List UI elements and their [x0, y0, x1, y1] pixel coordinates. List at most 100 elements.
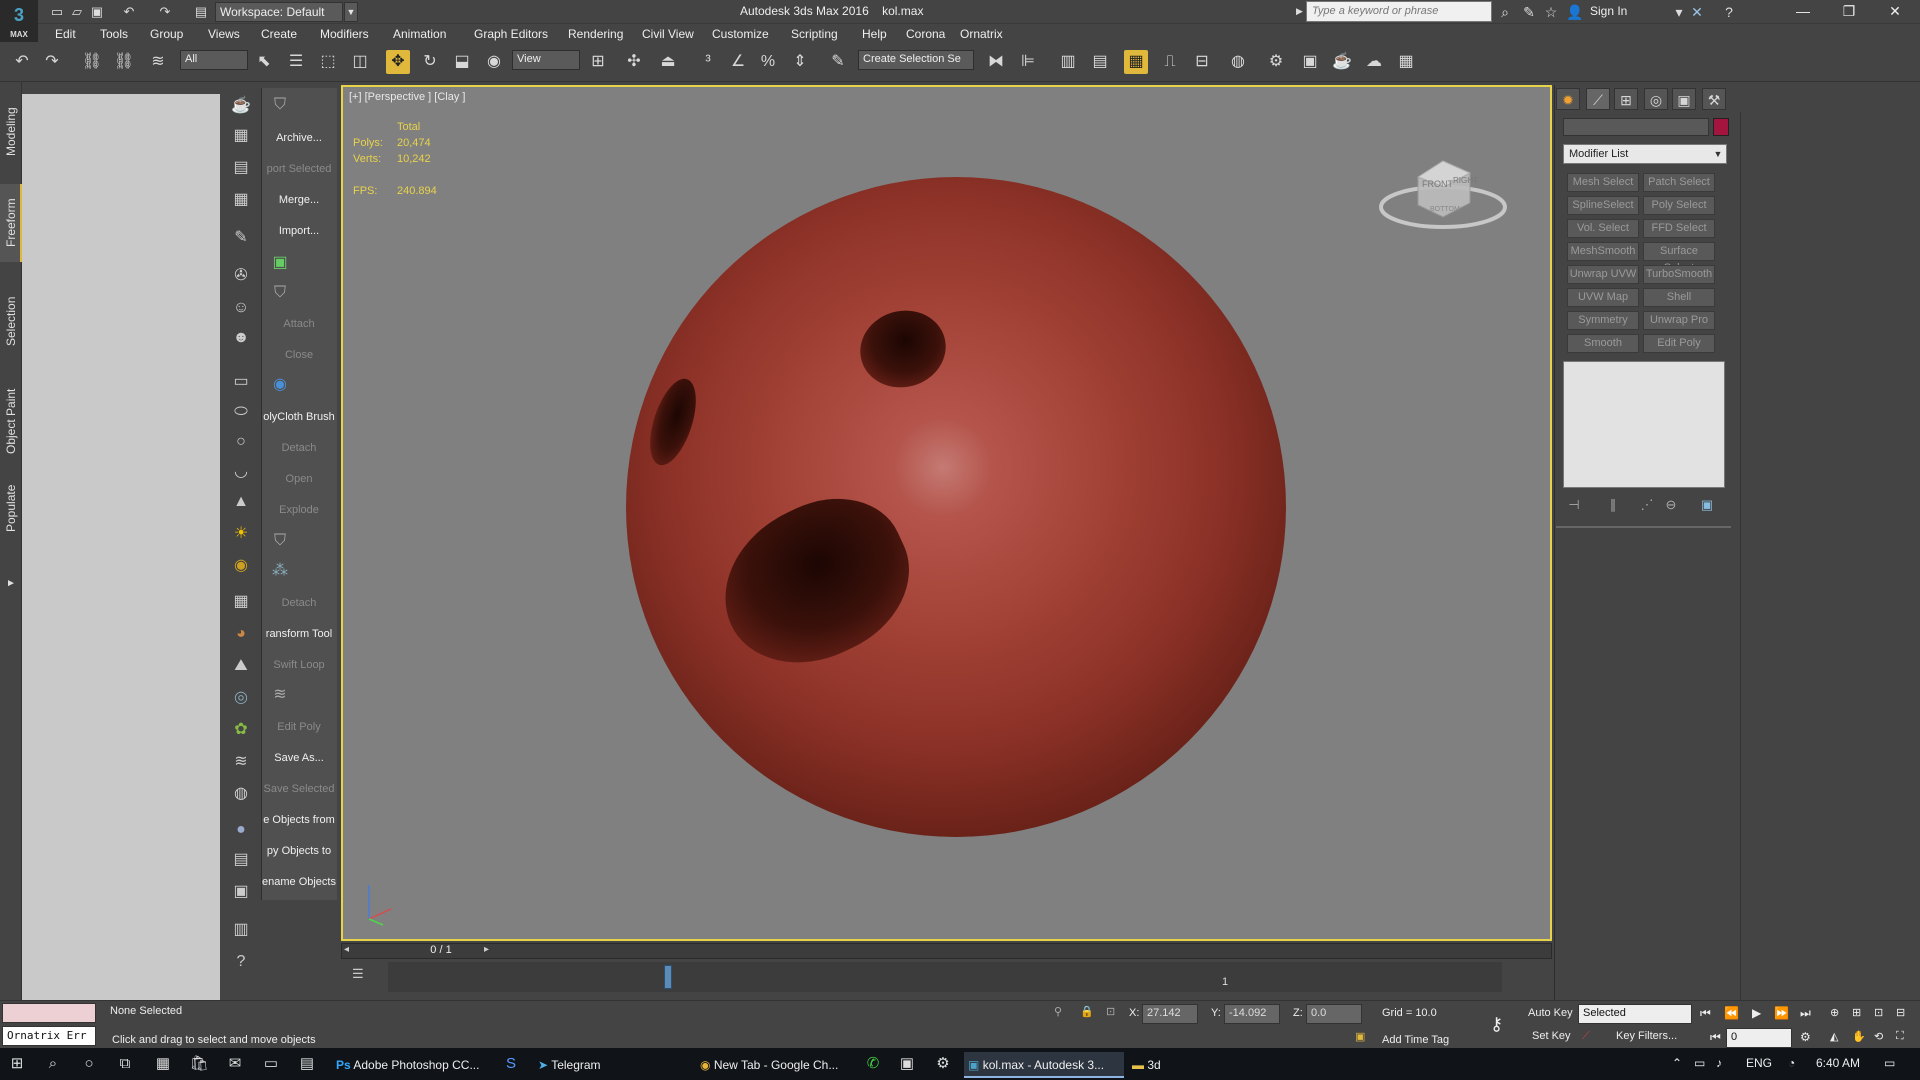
menu-create[interactable]: Create — [261, 27, 297, 41]
ffd-select-button[interactable]: FFD Select — [1643, 219, 1715, 238]
transform-tool-button[interactable]: ransform Tool — [262, 628, 336, 640]
smooth-button[interactable]: Smooth — [1567, 334, 1639, 353]
rectangular-selection-icon[interactable]: ⬚ — [316, 50, 340, 74]
sphere-texture-icon[interactable]: ◍ — [228, 782, 254, 806]
binoculars-icon[interactable]: ⌕ — [1496, 3, 1514, 21]
volume-icon[interactable]: ♪ — [1716, 1056, 1722, 1070]
bowl-icon[interactable]: ◡ — [228, 460, 254, 484]
desktop-icon[interactable]: ▭ — [258, 1052, 284, 1076]
redo-icon[interactable]: ↷ — [40, 50, 64, 74]
communication-center-icon[interactable]: ✎ — [1520, 3, 1538, 21]
a360-gallery-icon[interactable]: ▦ — [1394, 50, 1418, 74]
motion-tab-icon[interactable]: ◎ — [1644, 88, 1668, 110]
detach-second-button[interactable]: Detach — [262, 597, 336, 609]
workspace-dropdown[interactable]: Workspace: Default — [215, 2, 343, 22]
swift-loop-button[interactable]: Swift Loop — [262, 659, 336, 671]
help-circle-icon[interactable]: ? — [228, 950, 254, 974]
object-color-swatch[interactable] — [1713, 118, 1729, 136]
current-frame-field[interactable]: 0 — [1726, 1028, 1792, 1048]
menu-rendering[interactable]: Rendering — [568, 27, 623, 41]
hierarchy-tab-icon[interactable]: ⊞ — [1614, 88, 1638, 110]
modifier-stack[interactable] — [1563, 361, 1725, 488]
menu-help[interactable]: Help — [862, 27, 887, 41]
store-icon[interactable]: 🛍 — [186, 1052, 212, 1076]
z-coordinate-field[interactable]: 0.0 — [1306, 1004, 1362, 1024]
whatsapp-icon[interactable]: ✆ — [860, 1052, 886, 1076]
skype-icon[interactable]: S — [498, 1052, 524, 1076]
go-to-end-icon[interactable]: ⏭ — [1800, 1006, 1811, 1021]
time-slider[interactable] — [341, 943, 1552, 959]
undo-icon[interactable]: ↶ — [10, 50, 34, 74]
current-frame-marker[interactable] — [664, 965, 672, 989]
menu-scripting[interactable]: Scripting — [791, 27, 838, 41]
create-tab-icon[interactable]: ✹ — [1556, 88, 1580, 110]
project-folder-icon[interactable]: ▤ — [192, 3, 210, 21]
explode-button[interactable]: Explode — [262, 504, 336, 516]
windows-start-icon[interactable]: ⊞ — [4, 1052, 30, 1076]
select-and-place-icon[interactable]: ◉ — [482, 50, 506, 74]
redo-icon[interactable]: ↷ — [156, 3, 174, 21]
time-prev-icon[interactable]: ◂ — [344, 944, 356, 955]
cortana-icon[interactable]: ○ — [76, 1052, 102, 1076]
go-to-start-icon[interactable]: ⏮ — [1700, 1006, 1711, 1021]
pan-icon[interactable]: ✋ — [1852, 1030, 1866, 1043]
menu-civil-view[interactable]: Civil View — [642, 27, 694, 41]
add-time-tag-button[interactable]: Add Time Tag — [1382, 1034, 1449, 1046]
spinner-snap-icon[interactable]: ⇕ — [788, 50, 812, 74]
mountain-icon[interactable]: ⛰ — [228, 654, 254, 678]
mesh-select-button[interactable]: Mesh Select — [1567, 173, 1639, 192]
render-production-icon[interactable]: ☕ — [1330, 50, 1354, 74]
circle-icon[interactable]: ○ — [228, 430, 254, 454]
light-icon[interactable]: ◉ — [228, 554, 254, 578]
time-slider-frame[interactable]: 0 / 1 — [406, 944, 476, 956]
export-selected-button[interactable]: port Selected — [262, 163, 336, 175]
settings-icon[interactable]: ⚙ — [930, 1052, 956, 1076]
maximize-viewport-icon[interactable]: ⛶ — [1896, 1030, 1904, 1043]
import-button[interactable]: Import... — [262, 225, 336, 237]
poly-select-button[interactable]: Poly Select — [1643, 196, 1715, 215]
time-tag-icon[interactable]: ▣ — [1355, 1030, 1365, 1043]
stack-icon[interactable]: ▥ — [228, 918, 254, 942]
toggle-ribbon-icon[interactable]: ▤ — [1088, 50, 1112, 74]
paint-icon[interactable]: ✎ — [228, 226, 254, 250]
copy-objects-to-button[interactable]: py Objects to — [262, 845, 336, 857]
restore-icon[interactable]: ❐ — [1826, 0, 1872, 24]
set-key-button[interactable]: Set Key — [1532, 1030, 1571, 1042]
unwrap-pro-button[interactable]: Unwrap Pro — [1643, 311, 1715, 330]
object-name-field[interactable] — [1563, 118, 1709, 136]
zoom-icon[interactable]: ⊕ — [1830, 1006, 1839, 1019]
key-filters-button[interactable]: Key Filters... — [1616, 1030, 1677, 1042]
material-editor-icon[interactable]: ◍ — [1226, 50, 1250, 74]
merge-button[interactable]: Merge... — [262, 194, 336, 206]
menu-group[interactable]: Group — [150, 27, 183, 41]
open-file-icon[interactable]: ▱ — [68, 3, 86, 21]
favorites-star-icon[interactable]: ☆ — [1542, 3, 1560, 21]
sign-in-chevron-down-icon[interactable]: ▾ — [1670, 3, 1688, 21]
menu-corona[interactable]: Corona — [906, 27, 945, 41]
graphite-tools-icon[interactable]: ▦ — [1124, 50, 1148, 74]
selection-filter-dropdown[interactable]: All — [180, 50, 248, 70]
select-object-icon[interactable]: ⬉ — [252, 50, 276, 74]
minimize-icon[interactable]: — — [1780, 0, 1826, 24]
absolute-mode-icon[interactable]: ⊡ — [1106, 1005, 1115, 1018]
select-and-link-icon[interactable]: ⛓ — [80, 50, 104, 74]
polycloth-brush-button[interactable]: olyCloth Brush — [262, 411, 336, 423]
search-icon[interactable]: ⌕ — [40, 1052, 66, 1076]
isolate-icon[interactable]: ⚲ — [1054, 1005, 1062, 1018]
tab-object-paint[interactable]: Object Paint — [0, 376, 22, 466]
key-icon[interactable]: ⚷ — [1490, 1014, 1503, 1035]
notes-icon[interactable]: ▤ — [228, 156, 254, 180]
edit-poly-button[interactable]: Edit Poly — [1643, 334, 1715, 353]
workspace-chevron-down-icon[interactable]: ▼ — [344, 2, 358, 22]
display-tab-icon[interactable]: ▣ — [1672, 88, 1696, 110]
unwrap-uvw-button[interactable]: Unwrap UVW — [1567, 265, 1639, 284]
ribbon-collapse-icon[interactable]: ◂ — [0, 574, 22, 594]
clock[interactable]: 6:40 AM — [1816, 1056, 1860, 1070]
close-button[interactable]: Close — [262, 349, 336, 361]
menu-graph-editors[interactable]: Graph Editors — [474, 27, 548, 41]
rectangle-icon[interactable]: ▭ — [228, 370, 254, 394]
taskbar-chrome[interactable]: ◉ New Tab - Google Ch... — [696, 1052, 856, 1078]
maxscript-listener-field[interactable]: Ornatrix Err — [2, 1026, 96, 1046]
network-icon[interactable]: ▭ — [1694, 1056, 1705, 1070]
reference-coordinate-dropdown[interactable]: View — [512, 50, 580, 70]
